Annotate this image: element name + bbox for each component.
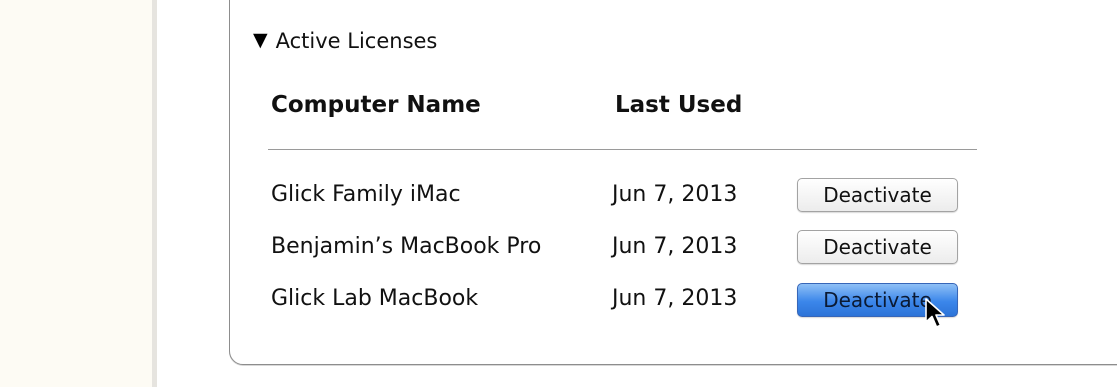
section-title: Active Licenses (275, 29, 438, 53)
table-row-3-computer-name: Glick Lab MacBook (271, 286, 479, 311)
table-row-1-last-used: Jun 7, 2013 (612, 182, 738, 207)
table-row-3-last-used: Jun 7, 2013 (612, 286, 738, 311)
disclosure-triangle-down-icon[interactable]: ▼ (253, 30, 268, 50)
arrow-pointer-icon (925, 298, 945, 328)
deactivate-button-row-2[interactable]: Deactivate (797, 230, 958, 264)
column-header-last-used: Last Used (615, 92, 743, 118)
deactivate-button-row-1[interactable]: Deactivate (797, 178, 958, 212)
active-licenses-toggle[interactable]: ▼ Active Licenses (253, 26, 437, 56)
left-divider (152, 0, 157, 387)
table-row-2-computer-name: Benjamin’s MacBook Pro (271, 234, 542, 259)
left-margin-strip (0, 0, 152, 387)
licenses-page: ▼ Active Licenses Computer Name Last Use… (0, 0, 1117, 387)
header-divider (268, 149, 977, 150)
table-row-2-last-used: Jun 7, 2013 (612, 234, 738, 259)
column-header-computer-name: Computer Name (271, 92, 481, 118)
table-row-1-computer-name: Glick Family iMac (271, 182, 461, 207)
